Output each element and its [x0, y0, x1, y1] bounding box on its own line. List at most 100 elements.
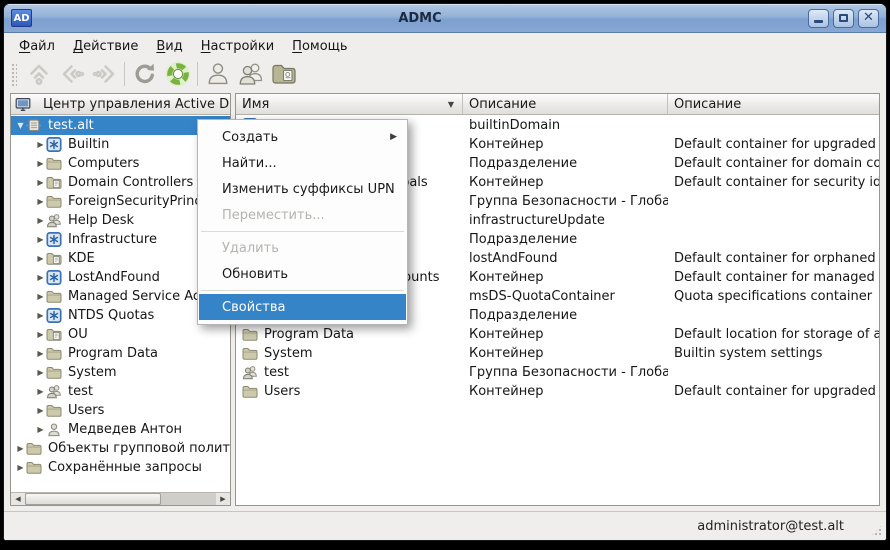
- folder-icon: [26, 441, 42, 456]
- scroll-left-button[interactable]: ◀: [11, 493, 25, 505]
- expand-arrow-icon[interactable]: ▶: [35, 425, 46, 434]
- object-name: System: [264, 346, 312, 361]
- tree-item-label: System: [68, 365, 116, 380]
- tree-item-18[interactable]: ▶Сохранённые запросы: [11, 458, 230, 477]
- tree-item-ou[interactable]: ▶ OU: [11, 325, 230, 344]
- minimize-button[interactable]: [808, 9, 829, 28]
- tree-horizontal-scrollbar[interactable]: ◀ ▶: [11, 492, 230, 505]
- tree-item-16[interactable]: ▶Медведев Антон: [11, 420, 230, 439]
- expand-arrow-icon[interactable]: ▶: [35, 216, 46, 225]
- expand-arrow-icon[interactable]: ▶: [35, 387, 46, 396]
- close-button[interactable]: ✕: [858, 9, 879, 28]
- cell-name: System: [236, 344, 463, 363]
- expand-arrow-icon[interactable]: ▶: [35, 159, 46, 168]
- table-row[interactable]: UsersКонтейнерDefault container for upgr…: [236, 382, 879, 401]
- folder-icon: [46, 289, 62, 304]
- scrollbar-thumb[interactable]: [25, 493, 161, 505]
- user-button[interactable]: [201, 60, 234, 89]
- cell-description: [668, 211, 879, 230]
- context-menu-item-8[interactable]: Свойства: [199, 294, 406, 320]
- column-header-0[interactable]: Имя▼: [236, 94, 463, 114]
- object-name: Users: [264, 384, 300, 399]
- menubar-item-0[interactable]: Файл: [10, 36, 64, 57]
- expand-arrow-icon[interactable]: ▶: [35, 197, 46, 206]
- tree-item-test[interactable]: ▶ test: [11, 382, 230, 401]
- table-row[interactable]: System КонтейнерBuiltin system settings: [236, 344, 879, 363]
- cell-type: Подразделение: [463, 306, 668, 325]
- menubar-item-1[interactable]: Действие: [64, 36, 147, 57]
- cell-description: Builtin system settings: [668, 344, 879, 363]
- context-menu-item-2[interactable]: Изменить суффиксы UPN: [199, 176, 406, 202]
- refresh-all-button[interactable]: [161, 60, 194, 89]
- expand-arrow-icon[interactable]: ▶: [35, 292, 46, 301]
- menu-item-label: Свойства: [222, 300, 397, 315]
- expand-arrow-icon[interactable]: ▶: [35, 254, 46, 263]
- titlebar[interactable]: AD ADMC ✕: [4, 4, 886, 33]
- expand-arrow-icon[interactable]: ▶: [15, 463, 26, 472]
- expand-arrow-icon[interactable]: ▶: [35, 178, 46, 187]
- menu-item-label: Удалить: [222, 241, 397, 256]
- folder-icon: [46, 156, 62, 171]
- cell-type: builtinDomain: [463, 116, 668, 135]
- container-icon: [46, 308, 62, 323]
- cell-name: Users: [236, 382, 463, 401]
- tree-item-label: test: [68, 384, 93, 399]
- expand-arrow-icon[interactable]: ▶: [35, 368, 46, 377]
- menubar-item-4[interactable]: Помощь: [283, 36, 356, 57]
- tree-item-program-data[interactable]: ▶ Program Data: [11, 344, 230, 363]
- context-menu-item-0[interactable]: Создать▶: [199, 124, 406, 150]
- toolbar-grip-handle[interactable]: [10, 62, 17, 86]
- scroll-right-button[interactable]: ▶: [216, 493, 230, 505]
- tree-item-label: Program Data: [68, 346, 158, 361]
- expand-arrow-icon[interactable]: ▶: [35, 406, 46, 415]
- users-button[interactable]: [234, 60, 267, 89]
- tree-item-system[interactable]: ▶ System: [11, 363, 230, 382]
- menubar-item-2[interactable]: Вид: [147, 36, 191, 57]
- expand-arrow-icon[interactable]: ▶: [35, 235, 46, 244]
- column-header-1[interactable]: Описание: [463, 94, 668, 114]
- menu-item-label: Изменить суффиксы UPN: [222, 182, 397, 197]
- cell-type: Контейнер: [463, 325, 668, 344]
- tree-item-label: OU: [68, 327, 88, 342]
- expand-arrow-icon[interactable]: ▶: [15, 444, 26, 453]
- scrollbar-track[interactable]: [25, 493, 216, 505]
- toolbar: [4, 59, 886, 93]
- menubar-item-3[interactable]: Настройки: [192, 36, 283, 57]
- folder-icon: [46, 403, 62, 418]
- tree-item-17[interactable]: ▶Объекты групповой политики: [11, 439, 230, 458]
- collapse-arrow-icon[interactable]: ▼: [15, 121, 26, 130]
- cell-description: [668, 116, 879, 135]
- refresh-button[interactable]: [128, 60, 161, 89]
- folder-icon: [242, 346, 258, 361]
- maximize-button[interactable]: [833, 9, 854, 28]
- close-icon: ✕: [863, 11, 874, 24]
- context-menu-item-6[interactable]: Обновить: [199, 261, 406, 287]
- cell-type: Контейнер: [463, 344, 668, 363]
- admc-window: AD ADMC ✕ ФайлДействиеВидНастройкиПомощь…: [3, 3, 887, 541]
- tree-item-users[interactable]: ▶Users: [11, 401, 230, 420]
- toolbar-separator: [124, 62, 125, 86]
- maximize-icon: [839, 14, 848, 22]
- resize-grip[interactable]: [870, 524, 883, 537]
- context-menu-item-3: Переместить...: [199, 202, 406, 228]
- group-icon: [46, 384, 62, 399]
- table-row[interactable]: testГруппа Безопасности - Глобаль...: [236, 363, 879, 382]
- context-menu-item-1[interactable]: Найти...: [199, 150, 406, 176]
- expand-arrow-icon[interactable]: ▶: [35, 349, 46, 358]
- table-row[interactable]: Program DataКонтейнерDefault location fo…: [236, 325, 879, 344]
- monitor-icon: [15, 97, 31, 112]
- folder-query-button[interactable]: [267, 60, 300, 89]
- tree-header[interactable]: Центр управления Active Directory: [11, 94, 230, 115]
- expand-arrow-icon[interactable]: ▶: [35, 330, 46, 339]
- tree-item-label: KDE: [68, 251, 95, 266]
- column-header-2[interactable]: Описание: [668, 94, 879, 114]
- cell-description: Quota specifications container: [668, 287, 879, 306]
- menubar: ФайлДействиеВидНастройкиПомощь: [4, 33, 886, 59]
- tree-header-label: Центр управления Active Directory: [43, 97, 230, 112]
- tree-item-label: Domain Controllers: [68, 175, 193, 190]
- tree-item-label: Help Desk: [68, 213, 134, 228]
- expand-arrow-icon[interactable]: ▶: [35, 273, 46, 282]
- cell-type: Контейнер: [463, 173, 668, 192]
- expand-arrow-icon[interactable]: ▶: [35, 140, 46, 149]
- expand-arrow-icon[interactable]: ▶: [35, 311, 46, 320]
